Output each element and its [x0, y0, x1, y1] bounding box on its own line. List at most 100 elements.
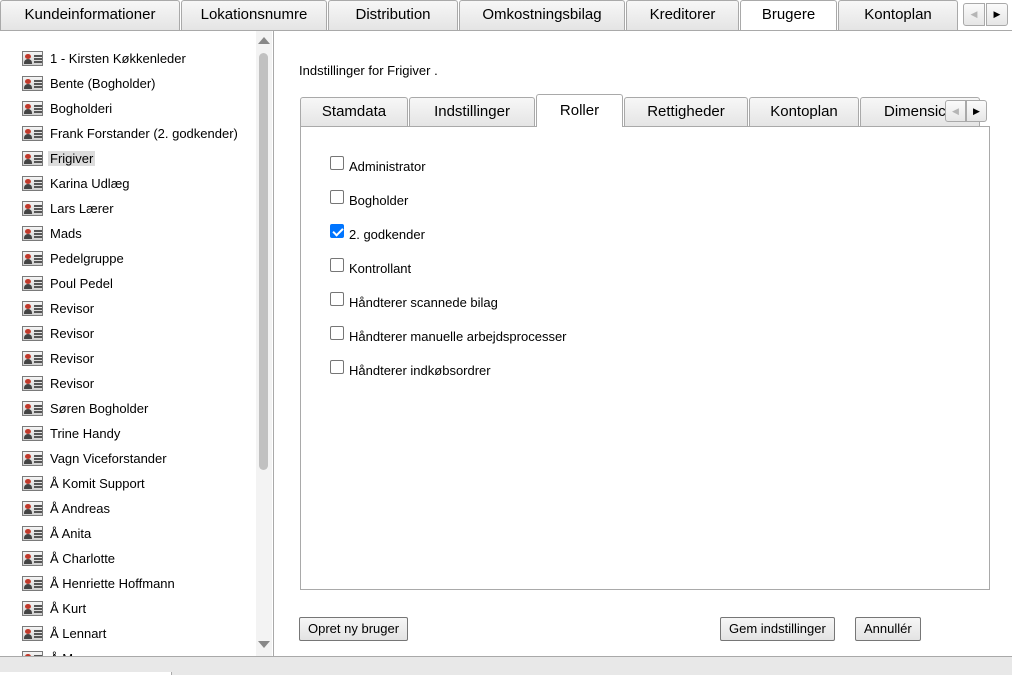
- user-card-icon: [22, 100, 43, 116]
- user-list-item[interactable]: Søren Bogholder: [22, 398, 150, 418]
- user-list-item[interactable]: Vagn Viceforstander: [22, 448, 169, 468]
- role-option[interactable]: Bogholder: [330, 190, 409, 209]
- user-list-item[interactable]: Revisor: [22, 373, 96, 393]
- user-card-icon: [22, 375, 43, 391]
- user-list-item[interactable]: Bogholderi: [22, 98, 114, 118]
- create-user-button[interactable]: Opret ny bruger: [299, 617, 409, 641]
- tab-kreditorer[interactable]: Kreditorer: [626, 0, 739, 30]
- tab-omkostningsbilag[interactable]: Omkostningsbilag: [459, 0, 625, 30]
- role-option[interactable]: Administrator: [330, 156, 426, 175]
- user-list-item[interactable]: Poul Pedel: [22, 273, 115, 293]
- settings-title: Indstillinger for Frigiver .: [299, 63, 438, 78]
- role-label: 2. godkender: [349, 226, 425, 242]
- scroll-left-icon[interactable]: ◀: [963, 3, 985, 26]
- user-card-icon: [22, 250, 43, 266]
- user-name: Revisor: [50, 375, 95, 391]
- tab-indstillinger[interactable]: Indstillinger: [409, 97, 535, 127]
- user-list-item[interactable]: Revisor: [22, 348, 96, 368]
- user-list-item[interactable]: Å M...: [22, 648, 86, 656]
- user-list-item[interactable]: Å Komit Support: [22, 473, 147, 493]
- user-card-icon: [22, 425, 43, 441]
- role-label: Kontrollant: [349, 260, 412, 276]
- user-list-item[interactable]: Pedelgruppe: [22, 248, 126, 268]
- user-name: Å Henriette Hoffmann: [50, 575, 175, 591]
- scroll-down-icon[interactable]: [258, 641, 270, 648]
- user-card-icon: [22, 125, 43, 141]
- user-card-icon: [22, 525, 43, 541]
- user-card-icon: [22, 475, 43, 491]
- bottom-status-strip: [0, 656, 1012, 675]
- role-checkbox[interactable]: [330, 292, 344, 306]
- user-name: Å Charlotte: [50, 550, 116, 566]
- tab-brugere[interactable]: Brugere: [740, 0, 837, 30]
- role-option[interactable]: Håndterer indkøbsordrer: [330, 360, 491, 379]
- role-label: Håndterer indkøbsordrer: [349, 362, 491, 378]
- role-option[interactable]: Kontrollant: [330, 258, 412, 277]
- user-list-scrollbar[interactable]: [256, 31, 272, 656]
- user-name: Frigiver: [48, 150, 96, 166]
- user-list-item[interactable]: Frank Forstander (2. godkender): [22, 123, 240, 143]
- tab-kundeinformationer[interactable]: Kundeinformationer: [0, 0, 180, 30]
- user-card-icon: [22, 50, 43, 66]
- tab-stamdata[interactable]: Stamdata: [300, 97, 408, 127]
- top-tab-bar: Kundeinformationer Lokationsnumre Distri…: [0, 0, 1012, 31]
- inner-scroll-left-icon[interactable]: ◀: [945, 100, 966, 122]
- user-list-item[interactable]: Å Charlotte: [22, 548, 117, 568]
- user-list-item[interactable]: 1 - Kirsten Køkkenleder: [22, 48, 188, 68]
- role-label: Administrator: [349, 158, 426, 174]
- user-list-item[interactable]: Revisor: [22, 298, 96, 318]
- user-card-icon: [22, 575, 43, 591]
- role-checkbox[interactable]: [330, 326, 344, 340]
- user-name: Trine Handy: [50, 425, 121, 441]
- user-name: Poul Pedel: [50, 275, 113, 291]
- scroll-up-icon[interactable]: [258, 37, 270, 44]
- user-list-item[interactable]: Å Anita: [22, 523, 93, 543]
- role-checkbox[interactable]: [330, 156, 344, 170]
- role-checkbox[interactable]: [330, 224, 344, 238]
- user-list-item[interactable]: Frigiver: [22, 148, 96, 168]
- user-list-item[interactable]: Karina Udlæg: [22, 173, 132, 193]
- user-list-item[interactable]: Å Andreas: [22, 498, 112, 518]
- user-name: Bente (Bogholder): [50, 75, 156, 91]
- role-option[interactable]: Håndterer manuelle arbejdsprocesser: [330, 326, 567, 345]
- role-option[interactable]: 2. godkender: [330, 224, 425, 243]
- scrollbar-thumb[interactable]: [259, 53, 268, 470]
- tab-roller[interactable]: Roller: [536, 94, 623, 127]
- user-name: 1 - Kirsten Køkkenleder: [50, 50, 186, 66]
- roles-panel: Administrator Bogholder 2. godkender Kontro…: [300, 126, 990, 590]
- user-name: Karina Udlæg: [50, 175, 130, 191]
- tab-kontoplan[interactable]: Kontoplan: [838, 0, 958, 30]
- user-list-item[interactable]: Bente (Bogholder): [22, 73, 158, 93]
- user-list-item[interactable]: Trine Handy: [22, 423, 122, 443]
- user-name: Revisor: [50, 325, 95, 341]
- user-name: Å Andreas: [50, 500, 110, 516]
- user-card-icon: [22, 150, 43, 166]
- tab-lokationsnumre[interactable]: Lokationsnumre: [181, 0, 327, 30]
- inner-scroll-right-icon[interactable]: ▶: [966, 100, 987, 122]
- user-card-icon: [22, 350, 43, 366]
- user-list-item[interactable]: Revisor: [22, 323, 96, 343]
- user-card-icon: [22, 275, 43, 291]
- tab-distribution[interactable]: Distribution: [328, 0, 458, 30]
- scroll-right-icon[interactable]: ▶: [986, 3, 1008, 26]
- user-list-item[interactable]: Lars Lærer: [22, 198, 116, 218]
- user-list-item[interactable]: Å Henriette Hoffmann: [22, 573, 177, 593]
- user-card-icon: [22, 400, 43, 416]
- user-name: Vagn Viceforstander: [50, 450, 167, 466]
- role-checkbox[interactable]: [330, 360, 344, 374]
- tab-rettigheder[interactable]: Rettigheder: [624, 97, 748, 127]
- user-card-icon: [22, 325, 43, 341]
- user-list-item[interactable]: Å Lennart: [22, 623, 108, 643]
- user-card-icon: [22, 450, 43, 466]
- save-settings-button[interactable]: Gem indstillinger: [720, 617, 835, 641]
- user-list-item[interactable]: Mads: [22, 223, 84, 243]
- user-list-item[interactable]: Å Kurt: [22, 598, 88, 618]
- tab-kontoplan-settings[interactable]: Kontoplan: [749, 97, 859, 127]
- role-label: Bogholder: [349, 192, 409, 208]
- user-card-icon: [22, 200, 43, 216]
- role-label: Håndterer scannede bilag: [349, 294, 498, 310]
- role-checkbox[interactable]: [330, 258, 344, 272]
- role-option[interactable]: Håndterer scannede bilag: [330, 292, 498, 311]
- cancel-button[interactable]: Annullér: [855, 617, 921, 641]
- role-checkbox[interactable]: [330, 190, 344, 204]
